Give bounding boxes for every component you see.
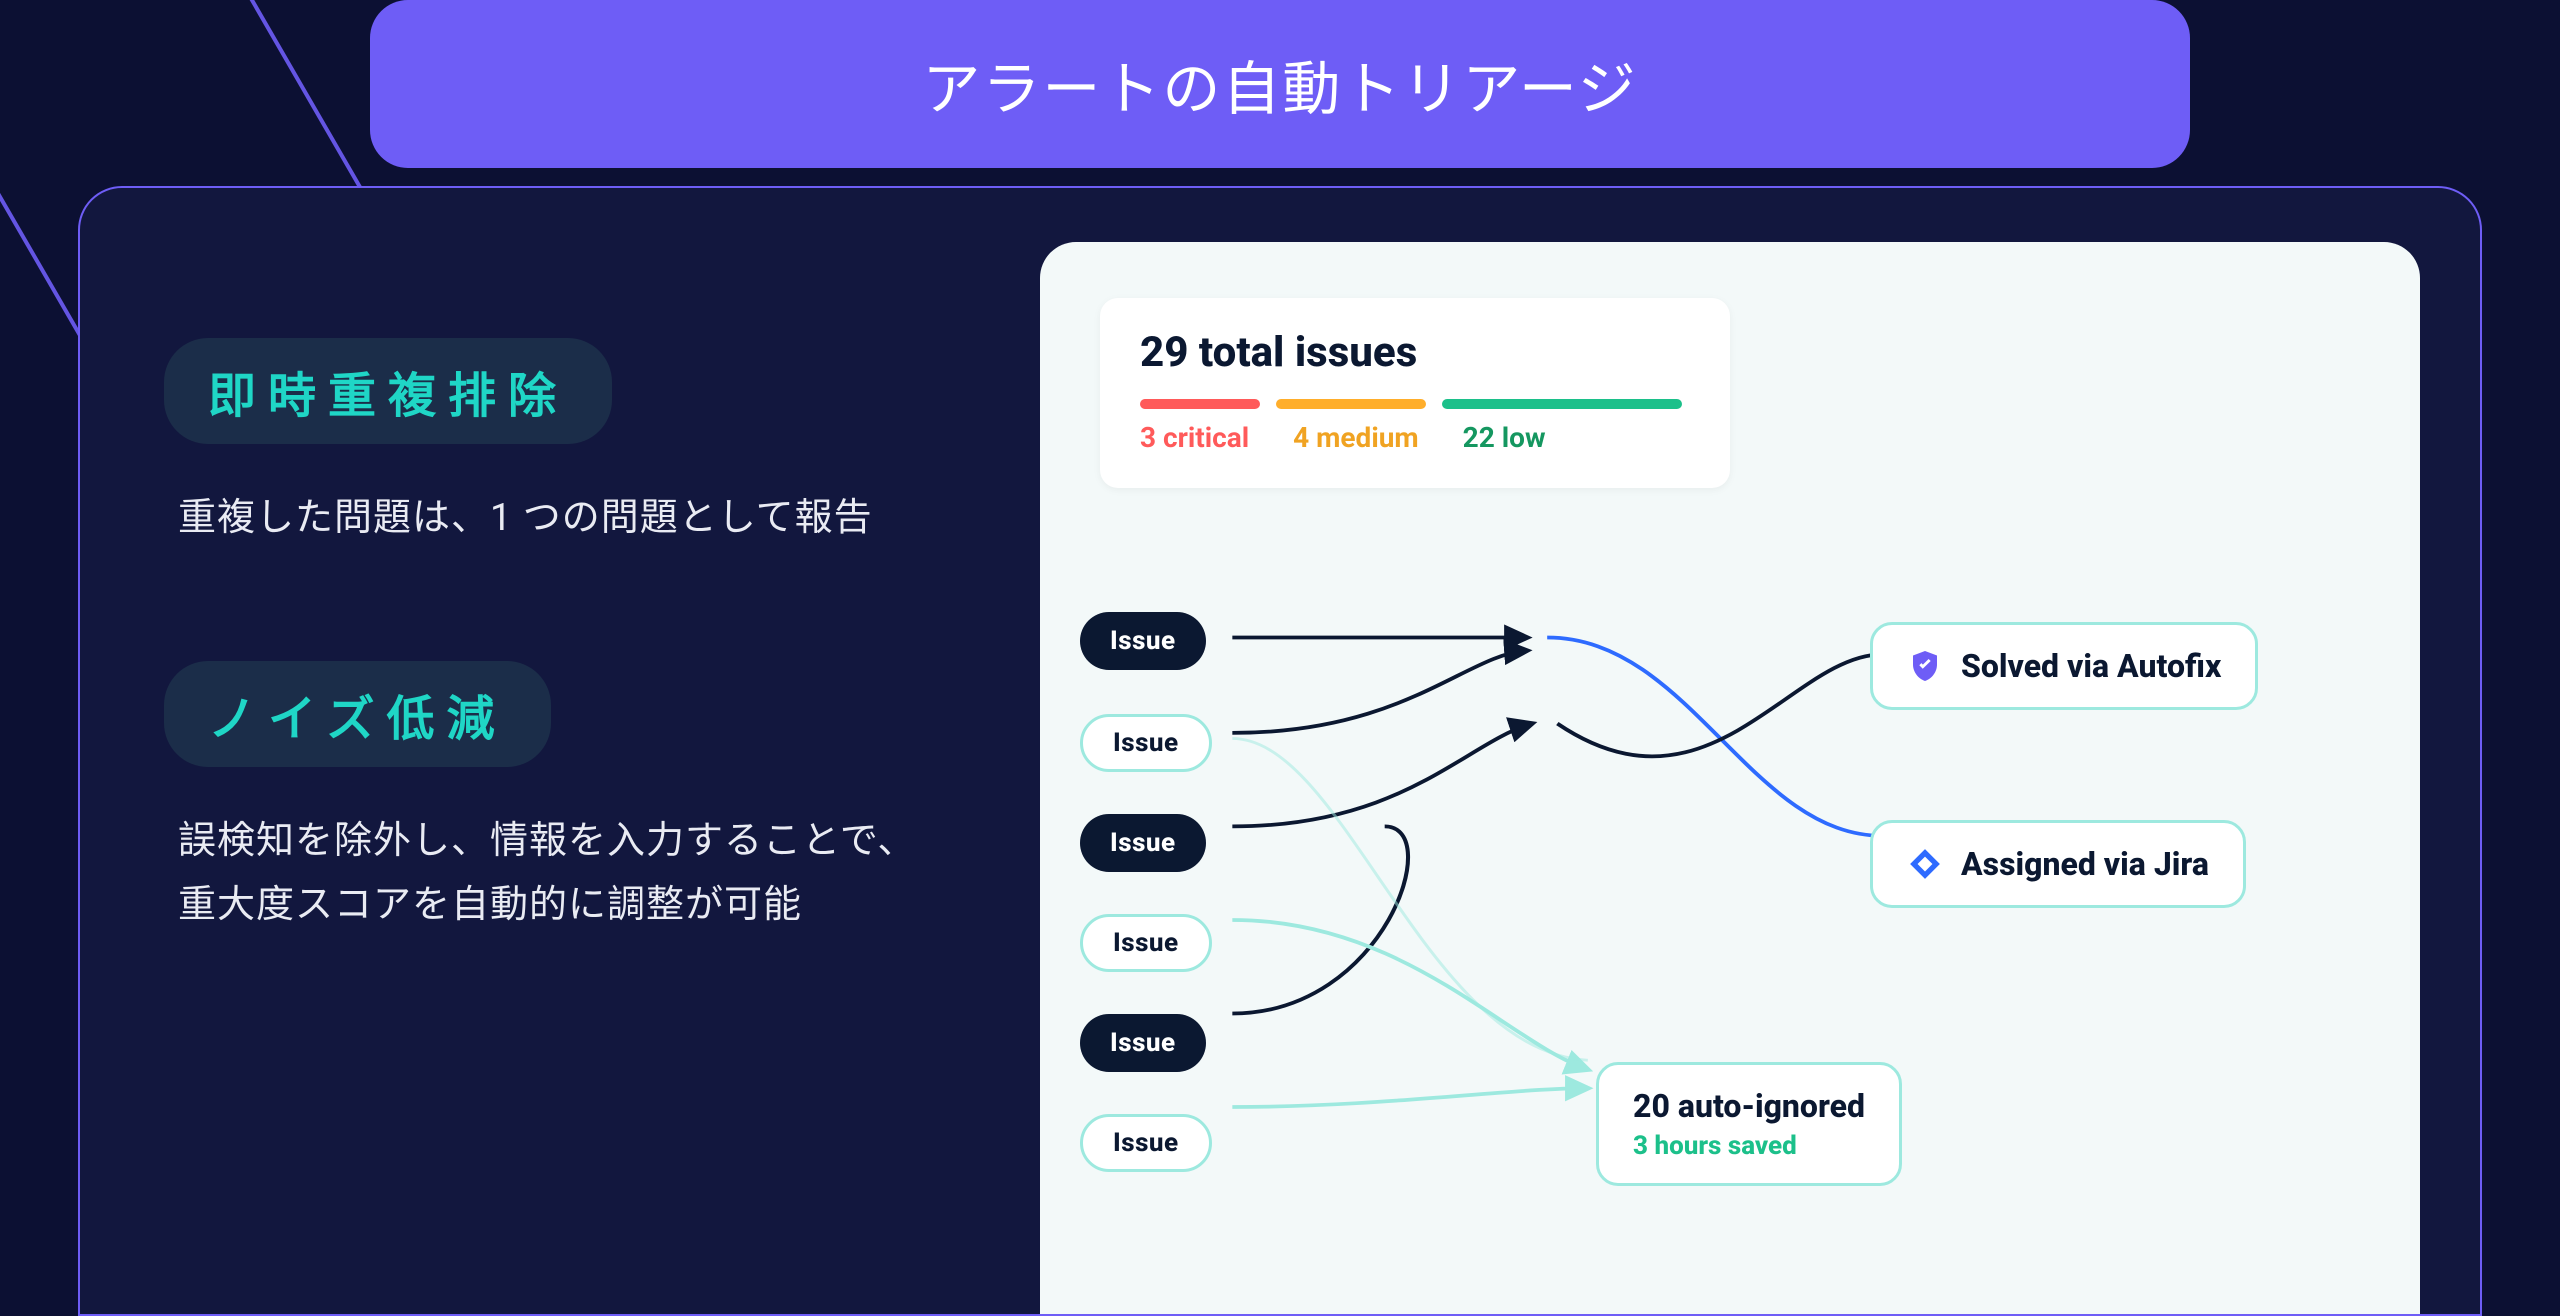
section-body: 重複した問題は、1 つの問題として報告 — [164, 486, 974, 551]
content-card: 即時重複排除 重複した問題は、1 つの問題として報告 ノイズ低減 誤検知を除外し… — [78, 186, 2482, 1316]
auto-ignored-count: 20 auto-ignored — [1633, 1087, 1865, 1125]
hours-saved: 3 hours saved — [1633, 1131, 1865, 1161]
total-issues-label: 29 total issues — [1140, 328, 1690, 377]
issue-pill: Issue — [1080, 1114, 1212, 1172]
issues-summary: 29 total issues 3 critical 4 medium 22 l… — [1100, 298, 1730, 488]
right-panel: 29 total issues 3 critical 4 medium 22 l… — [1040, 242, 2420, 1314]
issue-pill: Issue — [1080, 612, 1206, 670]
left-column: 即時重複排除 重複した問題は、1 つの問題として報告 ノイズ低減 誤検知を除外し… — [164, 338, 974, 1048]
result-autofix: Solved via Autofix — [1870, 622, 2258, 710]
count-medium: 4 medium — [1293, 421, 1419, 454]
count-critical: 3 critical — [1140, 421, 1249, 454]
issue-pill: Issue — [1080, 1014, 1206, 1072]
result-jira: Assigned via Jira — [1870, 820, 2246, 908]
section-noise: ノイズ低減 誤検知を除外し、情報を入力することで、 重大度スコアを自動的に調整が… — [164, 661, 974, 938]
issue-pill: Issue — [1080, 814, 1206, 872]
section-body: 誤検知を除外し、情報を入力することで、 重大度スコアを自動的に調整が可能 — [164, 809, 974, 938]
result-auto-ignored: 20 auto-ignored 3 hours saved — [1596, 1062, 1902, 1186]
jira-icon — [1907, 846, 1943, 882]
bar-critical — [1140, 399, 1260, 409]
triage-flow: Issue Issue Issue Issue Issue Issue Solv… — [1080, 602, 2380, 1294]
bar-low — [1442, 399, 1682, 409]
count-low: 22 low — [1463, 421, 1546, 454]
section-title: 即時重複排除 — [164, 338, 612, 444]
page-title: アラートの自動トリアージ — [370, 0, 2190, 168]
severity-bars — [1140, 399, 1690, 409]
section-title: ノイズ低減 — [164, 661, 551, 767]
bar-medium — [1276, 399, 1426, 409]
severity-counts: 3 critical 4 medium 22 low — [1140, 421, 1690, 454]
result-autofix-label: Solved via Autofix — [1961, 647, 2221, 685]
shield-check-icon — [1907, 648, 1943, 684]
result-jira-label: Assigned via Jira — [1961, 845, 2209, 883]
issue-pill: Issue — [1080, 914, 1212, 972]
section-dedup: 即時重複排除 重複した問題は、1 つの問題として報告 — [164, 338, 974, 551]
issue-pill: Issue — [1080, 714, 1212, 772]
